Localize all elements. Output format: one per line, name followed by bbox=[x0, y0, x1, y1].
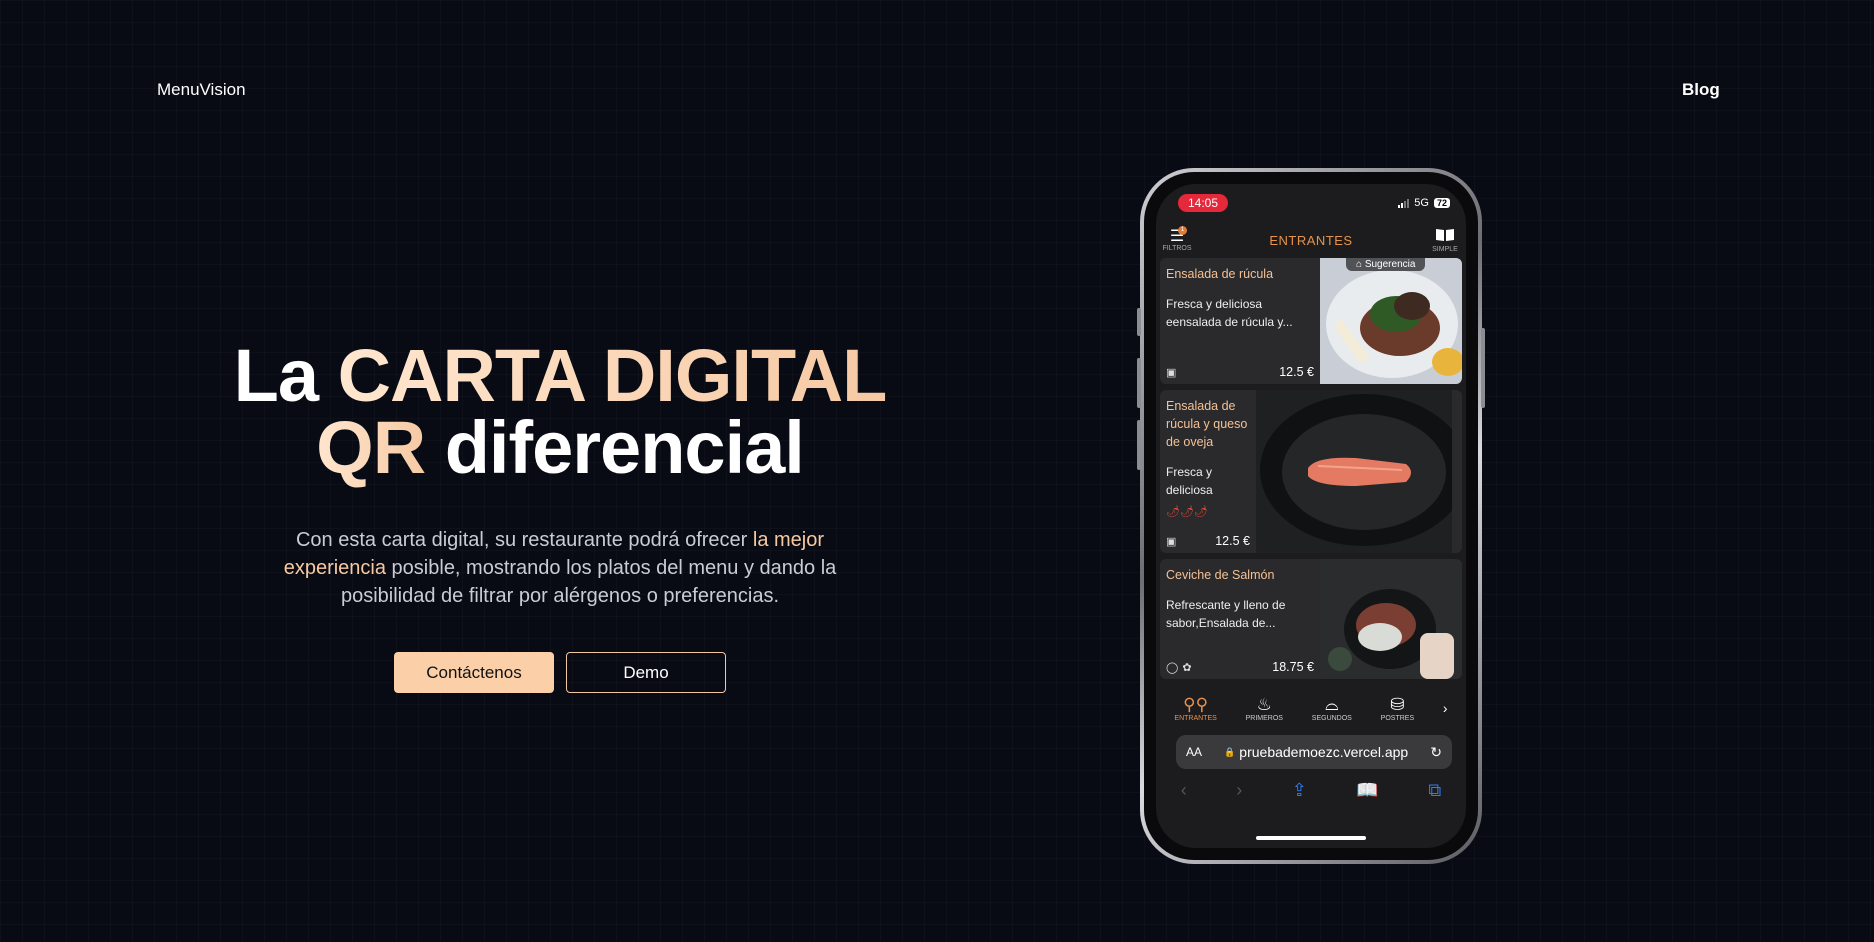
dish-card[interactable]: Ceviche de Salmón Refrescante y lleno de… bbox=[1160, 559, 1462, 679]
simple-view-button[interactable]: SIMPLE bbox=[1430, 228, 1460, 253]
demo-button[interactable]: Demo bbox=[566, 652, 726, 693]
desc-part: posible, mostrando los platos del menu y… bbox=[340, 557, 837, 607]
allergen-icon: ▣ bbox=[1166, 366, 1177, 379]
filters-badge: 1 bbox=[1178, 225, 1187, 235]
browser-toolbar: ‹ › ⇪ 📖 ⧉ bbox=[1156, 769, 1466, 811]
chevron-right-icon[interactable]: › bbox=[1443, 700, 1448, 716]
url-text: pruebademoezc.vercel.app bbox=[1239, 744, 1409, 760]
share-icon[interactable]: ⇪ bbox=[1292, 780, 1307, 801]
section-title: ENTRANTES bbox=[1269, 232, 1353, 248]
spicy-icon: 🌶🌶🌶 bbox=[1166, 506, 1208, 518]
dish-price: 12.5 € bbox=[1215, 534, 1250, 548]
cloche-icon: ⌓ bbox=[1325, 694, 1339, 714]
title-part: diferencial bbox=[425, 406, 805, 489]
filters-button[interactable]: ☰ 1 FILTROS bbox=[1162, 225, 1192, 252]
suggestion-label: Sugerencia bbox=[1364, 259, 1416, 270]
hero-title: La CARTA DIGITAL QR diferencial bbox=[200, 339, 920, 485]
simple-label: SIMPLE bbox=[1432, 245, 1458, 253]
status-time: 14:05 bbox=[1178, 194, 1229, 212]
bowl-icon: ♨ bbox=[1256, 694, 1272, 714]
suggestion-badge: ⌂ Sugerencia bbox=[1346, 258, 1426, 271]
title-accent: CARTA DIGITAL bbox=[337, 334, 888, 417]
dish-name: Ceviche de Salmón bbox=[1166, 568, 1275, 582]
hero-actions: Contáctenos Demo bbox=[200, 652, 920, 693]
contact-button[interactable]: Contáctenos bbox=[394, 652, 554, 693]
category-entrantes[interactable]: ⚲⚲ ENTRANTES bbox=[1174, 695, 1216, 722]
dish-card[interactable]: Ensalada de rúcula y queso de oveja Fres… bbox=[1160, 390, 1462, 553]
reload-icon[interactable]: ↻ bbox=[1430, 744, 1442, 761]
dish-desc: Refrescante y lleno de sabor,Ensalada de… bbox=[1166, 598, 1286, 630]
title-part: La bbox=[233, 334, 338, 417]
blog-link[interactable]: Blog bbox=[1682, 80, 1720, 100]
dish-image bbox=[1320, 559, 1462, 679]
network-label: 5G bbox=[1414, 197, 1429, 209]
dish-image: ⌂ Sugerencia bbox=[1320, 258, 1462, 384]
dish-list: Ensalada de rúcula Fresca y deliciosa ee… bbox=[1156, 258, 1466, 679]
dish-image bbox=[1256, 390, 1462, 553]
dish-card[interactable]: Ensalada de rúcula Fresca y deliciosa ee… bbox=[1160, 258, 1462, 384]
text-size-button[interactable]: AA bbox=[1186, 745, 1202, 759]
back-icon[interactable]: ‹ bbox=[1181, 780, 1187, 801]
category-label: PRIMEROS bbox=[1245, 714, 1283, 722]
category-primeros[interactable]: ♨ PRIMEROS bbox=[1246, 695, 1283, 722]
skewer-icon: ⚲⚲ bbox=[1183, 694, 1209, 714]
tabs-icon[interactable]: ⧉ bbox=[1428, 780, 1441, 801]
brand-logo[interactable]: MenuVision bbox=[157, 80, 246, 100]
desc-part: Con esta carta digital, su restaurante p… bbox=[295, 529, 753, 551]
dish-name: Ensalada de rúcula y queso de oveja bbox=[1166, 399, 1248, 449]
forward-icon[interactable]: › bbox=[1236, 780, 1242, 801]
status-bar: 14:05 5G 72 bbox=[1156, 184, 1466, 222]
allergen-icon: ▣ bbox=[1166, 535, 1177, 548]
phone-mockup: 14:05 5G 72 ☰ 1 FILTROS ENTRANTES SIMPLE… bbox=[1137, 168, 1485, 864]
allergen-icon: ✿ bbox=[1182, 661, 1192, 674]
hero-section: La CARTA DIGITAL QR diferencial Con esta… bbox=[200, 339, 920, 693]
category-bar: ⚲⚲ ENTRANTES ♨ PRIMEROS ⌓ SEGUNDOS ⛁ POSTRES… bbox=[1156, 685, 1466, 731]
app-header: ☰ 1 FILTROS ENTRANTES SIMPLE bbox=[1156, 222, 1466, 258]
book-icon bbox=[1435, 228, 1455, 246]
category-segundos[interactable]: ⌓ SEGUNDOS bbox=[1312, 695, 1352, 722]
dish-desc: Fresca y deliciosa bbox=[1166, 465, 1213, 497]
category-postres[interactable]: ⛁ POSTRES bbox=[1381, 695, 1414, 722]
dish-desc: Fresca y deliciosa eensalada de rúcula y… bbox=[1166, 297, 1293, 329]
category-label: POSTRES bbox=[1380, 714, 1415, 722]
bookmarks-icon[interactable]: 📖 bbox=[1356, 780, 1378, 801]
title-accent: QR bbox=[316, 406, 426, 489]
dish-price: 18.75 € bbox=[1272, 660, 1314, 674]
lock-icon: 🔒 bbox=[1224, 746, 1236, 757]
allergen-icon: ◯ bbox=[1166, 661, 1179, 674]
hero-description: Con esta carta digital, su restaurante p… bbox=[280, 526, 840, 610]
category-label: SEGUNDOS bbox=[1311, 714, 1352, 722]
signal-icon bbox=[1398, 198, 1410, 208]
category-label: ENTRANTES bbox=[1174, 714, 1217, 722]
dish-name: Ensalada de rúcula bbox=[1166, 267, 1274, 281]
home-indicator bbox=[1256, 836, 1366, 840]
address-bar[interactable]: AA 🔒 pruebademoezc.vercel.app ↻ bbox=[1176, 735, 1452, 769]
phone-screen: 14:05 5G 72 ☰ 1 FILTROS ENTRANTES SIMPLE… bbox=[1156, 184, 1466, 848]
dish-price: 12.5 € bbox=[1279, 365, 1314, 379]
cake-icon: ⛁ bbox=[1390, 694, 1405, 714]
filters-label: FILTROS bbox=[1162, 244, 1192, 252]
battery-icon: 72 bbox=[1433, 198, 1450, 208]
